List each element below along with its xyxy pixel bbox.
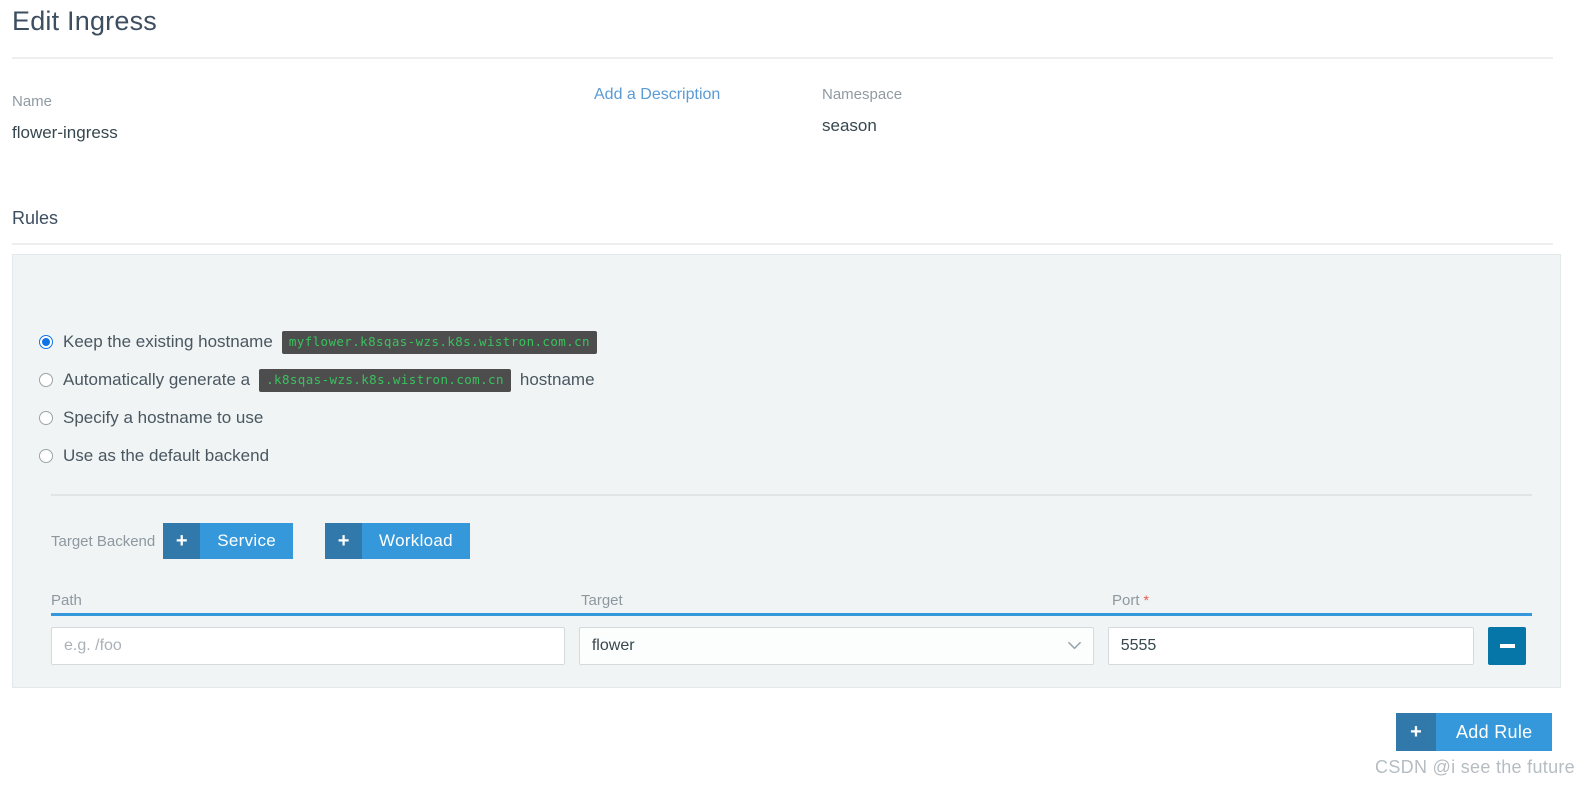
panel-inner-divider bbox=[51, 494, 1532, 496]
minus-icon bbox=[1499, 644, 1515, 648]
field-namespace: Namespace season bbox=[822, 85, 902, 137]
radio-icon-auto-generate-hostname[interactable] bbox=[39, 373, 53, 387]
namespace-value: season bbox=[822, 116, 877, 135]
radio-label-auto-generate-hostname: Automatically generate a bbox=[63, 370, 251, 389]
cell-target: flower bbox=[578, 627, 1108, 665]
radio-icon-keep-existing-hostname[interactable] bbox=[39, 335, 53, 349]
plus-icon: + bbox=[163, 523, 201, 559]
hostname-code-suffix: .k8sqas-wzs.k8s.wistron.com.cn bbox=[259, 368, 511, 392]
required-asterisk-icon: * bbox=[1143, 592, 1149, 608]
add-service-button-label: Service bbox=[200, 523, 294, 559]
target-backend-label: Target Backend bbox=[51, 532, 156, 550]
rules-panel: Keep the existing hostname myflower.k8sq… bbox=[12, 254, 1561, 688]
table-row: flower bbox=[51, 616, 1532, 665]
add-service-button[interactable]: + Service bbox=[163, 523, 294, 559]
add-description-link[interactable]: Add a Description bbox=[594, 86, 720, 104]
header-divider bbox=[12, 57, 1553, 59]
column-header-target: Target bbox=[581, 592, 623, 609]
remove-rule-row-button[interactable] bbox=[1488, 627, 1527, 665]
plus-icon: + bbox=[1396, 713, 1436, 751]
plus-icon: + bbox=[325, 523, 363, 559]
radio-option-default-backend[interactable]: Use as the default backend bbox=[39, 437, 606, 475]
radio-icon-specify-hostname[interactable] bbox=[39, 411, 53, 425]
cell-action bbox=[1488, 627, 1532, 665]
ingress-meta-row: Name flower-ingress Add a Description Na… bbox=[0, 84, 1587, 164]
path-input[interactable] bbox=[51, 627, 565, 665]
target-select-wrap: flower bbox=[578, 627, 1094, 665]
rule-table: Path Target Port* flower bbox=[51, 585, 1532, 665]
add-workload-button-label: Workload bbox=[362, 523, 470, 559]
namespace-label: Namespace bbox=[822, 86, 903, 103]
cell-path bbox=[51, 627, 579, 665]
target-select[interactable]: flower bbox=[578, 627, 1094, 665]
radio-label-default-backend: Use as the default backend bbox=[63, 446, 270, 465]
field-description: Add a Description bbox=[594, 86, 720, 104]
column-header-path: Path bbox=[51, 592, 82, 609]
radio-option-keep-existing-hostname[interactable]: Keep the existing hostname myflower.k8sq… bbox=[39, 323, 606, 361]
rules-section-divider bbox=[12, 243, 1553, 245]
column-header-port: Port * bbox=[1112, 592, 1494, 609]
cell-port bbox=[1107, 627, 1488, 665]
watermark: CSDN @i see the future bbox=[1375, 757, 1575, 777]
port-input[interactable] bbox=[1107, 627, 1475, 665]
rule-table-header: Path Target Port * bbox=[51, 585, 1532, 616]
radio-label-keep-existing-hostname: Keep the existing hostname bbox=[63, 332, 273, 351]
add-rule-button-label: Add Rule bbox=[1436, 713, 1553, 751]
field-name: Name flower-ingress bbox=[12, 92, 118, 144]
radio-option-auto-generate-hostname[interactable]: Automatically generate a .k8sqas-wzs.k8s… bbox=[39, 361, 606, 399]
name-label: Name bbox=[12, 93, 53, 110]
hostname-option-list: Keep the existing hostname myflower.k8sq… bbox=[39, 323, 606, 475]
add-rule-button[interactable]: + Add Rule bbox=[1396, 713, 1553, 751]
radio-label-specify-hostname: Specify a hostname to use bbox=[63, 408, 264, 427]
add-workload-button[interactable]: + Workload bbox=[325, 523, 470, 559]
name-value: flower-ingress bbox=[12, 123, 118, 142]
hostname-code-existing: myflower.k8sqas-wzs.k8s.wistron.com.cn bbox=[281, 330, 597, 354]
rules-section-title: Rules bbox=[12, 208, 59, 228]
radio-icon-default-backend[interactable] bbox=[39, 449, 53, 463]
add-rule-wrap: + Add Rule bbox=[1396, 713, 1553, 751]
radio-option-specify-hostname[interactable]: Specify a hostname to use bbox=[39, 399, 606, 437]
target-backend-row: Target Backend + Service + Workload bbox=[51, 523, 502, 559]
radio-label-auto-generate-suffix: hostname bbox=[519, 370, 595, 389]
page-title: Edit Ingress bbox=[12, 6, 157, 36]
column-header-port-label: Port bbox=[1112, 592, 1140, 609]
